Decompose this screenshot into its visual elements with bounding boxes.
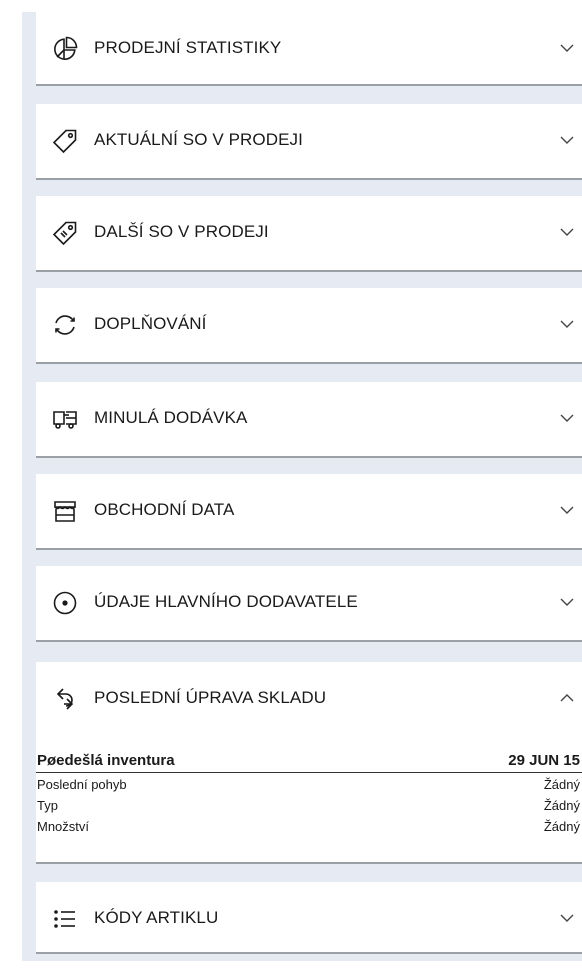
panel-article-codes: KÓDY ARTIKLU xyxy=(36,882,582,954)
panel-header-article-codes[interactable]: KÓDY ARTIKLU xyxy=(36,882,582,952)
panel-title-last-delivery: MINULÁ DODÁVKA xyxy=(94,408,248,427)
chevron-down-icon xyxy=(560,412,574,424)
panel-header-store-data[interactable]: OBCHODNÍ DATA xyxy=(36,474,582,544)
panel-title-last-stock-adjustment: POSLEDNÍ ÚPRAVA SKLADU xyxy=(94,688,327,707)
chevron-down-icon xyxy=(560,134,574,146)
accordion-container: PRODEJNÍ STATISTIKY AKTUÁLNÍ SO V PRODEJ… xyxy=(0,0,582,971)
row-value: Žádný xyxy=(543,798,580,813)
panel-title-current-promo: AKTUÁLNÍ SO V PRODEJI xyxy=(94,130,303,149)
double-tag-icon xyxy=(52,220,78,246)
chevron-down-icon xyxy=(560,42,574,54)
chevron-down-icon xyxy=(560,318,574,330)
row-label: Typ xyxy=(37,798,58,813)
table-row: Poslední pohyb Žádný xyxy=(36,774,582,796)
tag-icon xyxy=(52,128,78,154)
chevron-down-icon xyxy=(560,912,574,924)
panel-replenishment: DOPLŇOVÁNÍ xyxy=(36,288,582,364)
panel-last-stock-adjustment: POSLEDNÍ ÚPRAVA SKLADU Pøedešlá inventur… xyxy=(36,662,582,864)
chevron-down-icon xyxy=(560,596,574,608)
row-label: Poslední pohyb xyxy=(37,777,127,792)
panel-title-store-data: OBCHODNÍ DATA xyxy=(94,500,235,519)
target-icon xyxy=(52,590,78,616)
list-icon xyxy=(52,906,78,932)
panel-next-promo: DALŠÍ SO V PRODEJI xyxy=(36,196,582,272)
panel-sales-statistics: PRODEJNÍ STATISTIKY xyxy=(36,12,582,86)
row-value: Žádný xyxy=(543,777,580,792)
pie-chart-icon xyxy=(52,36,78,62)
panel-header-main-supplier[interactable]: ÚDAJE HLAVNÍHO DODAVATELE xyxy=(36,566,582,636)
panel-title-article-codes: KÓDY ARTIKLU xyxy=(94,908,219,927)
panel-current-promo: AKTUÁLNÍ SO V PRODEJI xyxy=(36,104,582,180)
panel-header-sales-statistics[interactable]: PRODEJNÍ STATISTIKY xyxy=(36,12,582,82)
table-row: Množství Žádný xyxy=(36,816,582,838)
table-header-row: Pøedešlá inventura 29 JUN 15 xyxy=(36,750,582,773)
row-value: Žádný xyxy=(543,819,580,834)
panel-store-data: OBCHODNÍ DATA xyxy=(36,474,582,550)
swap-arrows-icon xyxy=(52,686,78,712)
panel-header-replenishment[interactable]: DOPLŇOVÁNÍ xyxy=(36,288,582,358)
chevron-down-icon xyxy=(560,504,574,516)
panel-title-next-promo: DALŠÍ SO V PRODEJI xyxy=(94,222,269,241)
chevron-down-icon xyxy=(560,226,574,238)
panel-main-supplier: ÚDAJE HLAVNÍHO DODAVATELE xyxy=(36,566,582,642)
panel-title-main-supplier: ÚDAJE HLAVNÍHO DODAVATELE xyxy=(94,592,358,611)
panel-title-sales-statistics: PRODEJNÍ STATISTIKY xyxy=(94,38,282,57)
refresh-icon xyxy=(52,312,78,338)
panel-header-next-promo[interactable]: DALŠÍ SO V PRODEJI xyxy=(36,196,582,266)
row-label: Množství xyxy=(37,819,90,834)
previous-inventory-value: 29 JUN 15 xyxy=(508,752,580,769)
chevron-up-icon xyxy=(560,692,574,704)
store-icon xyxy=(52,498,78,524)
previous-inventory-label: Pøedešlá inventura xyxy=(37,752,175,769)
panel-last-delivery: MINULÁ DODÁVKA xyxy=(36,382,582,458)
panel-title-replenishment: DOPLŇOVÁNÍ xyxy=(94,314,207,333)
panel-header-last-stock-adjustment[interactable]: POSLEDNÍ ÚPRAVA SKLADU xyxy=(36,662,582,732)
panel-header-last-delivery[interactable]: MINULÁ DODÁVKA xyxy=(36,382,582,452)
panel-header-current-promo[interactable]: AKTUÁLNÍ SO V PRODEJI xyxy=(36,104,582,174)
table-row: Typ Žádný xyxy=(36,795,582,817)
truck-icon xyxy=(52,406,78,432)
